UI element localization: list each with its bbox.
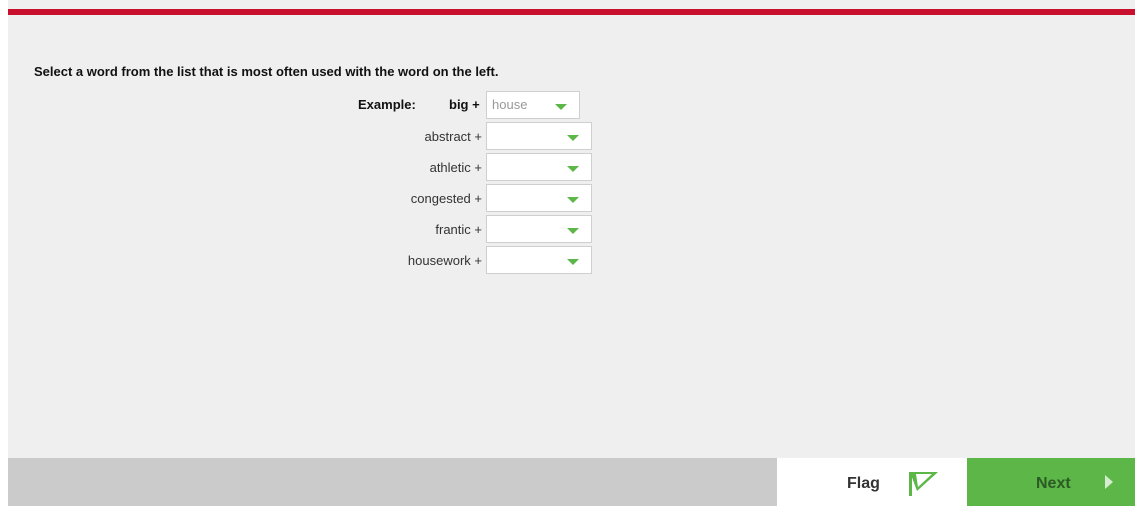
header-bar xyxy=(8,9,1135,15)
next-label: Next xyxy=(1036,475,1071,492)
row-word-abstract: abstract + xyxy=(424,129,482,144)
footer-bar xyxy=(8,458,777,506)
example-word: big + xyxy=(449,97,480,112)
test-frame: Select a word from the list that is most… xyxy=(8,0,1135,506)
flag-label: Flag xyxy=(847,475,880,492)
row-word-congested: congested + xyxy=(410,191,482,206)
flag-button[interactable]: Flag xyxy=(777,458,967,506)
example-dropdown-value: house xyxy=(492,97,528,112)
chevron-down-icon xyxy=(567,228,579,234)
dropdown-housework[interactable] xyxy=(486,246,592,274)
flag-icon xyxy=(909,472,938,496)
example-label: Example: xyxy=(358,97,416,112)
row-word-athletic: athletic + xyxy=(429,160,482,175)
chevron-down-icon xyxy=(555,104,567,110)
next-button[interactable]: Next xyxy=(967,458,1135,506)
chevron-down-icon xyxy=(567,166,579,172)
row-word-frantic: frantic + xyxy=(435,222,482,237)
instruction-text: Select a word from the list that is most… xyxy=(34,64,499,79)
dropdown-athletic[interactable] xyxy=(486,153,592,181)
dropdown-congested[interactable] xyxy=(486,184,592,212)
example-dropdown: house xyxy=(486,91,580,119)
row-word-housework: housework + xyxy=(407,253,482,268)
chevron-down-icon xyxy=(567,197,579,203)
dropdown-frantic[interactable] xyxy=(486,215,592,243)
arrow-right-icon xyxy=(1105,475,1113,489)
dropdown-abstract[interactable] xyxy=(486,122,592,150)
chevron-down-icon xyxy=(567,135,579,141)
chevron-down-icon xyxy=(567,259,579,265)
